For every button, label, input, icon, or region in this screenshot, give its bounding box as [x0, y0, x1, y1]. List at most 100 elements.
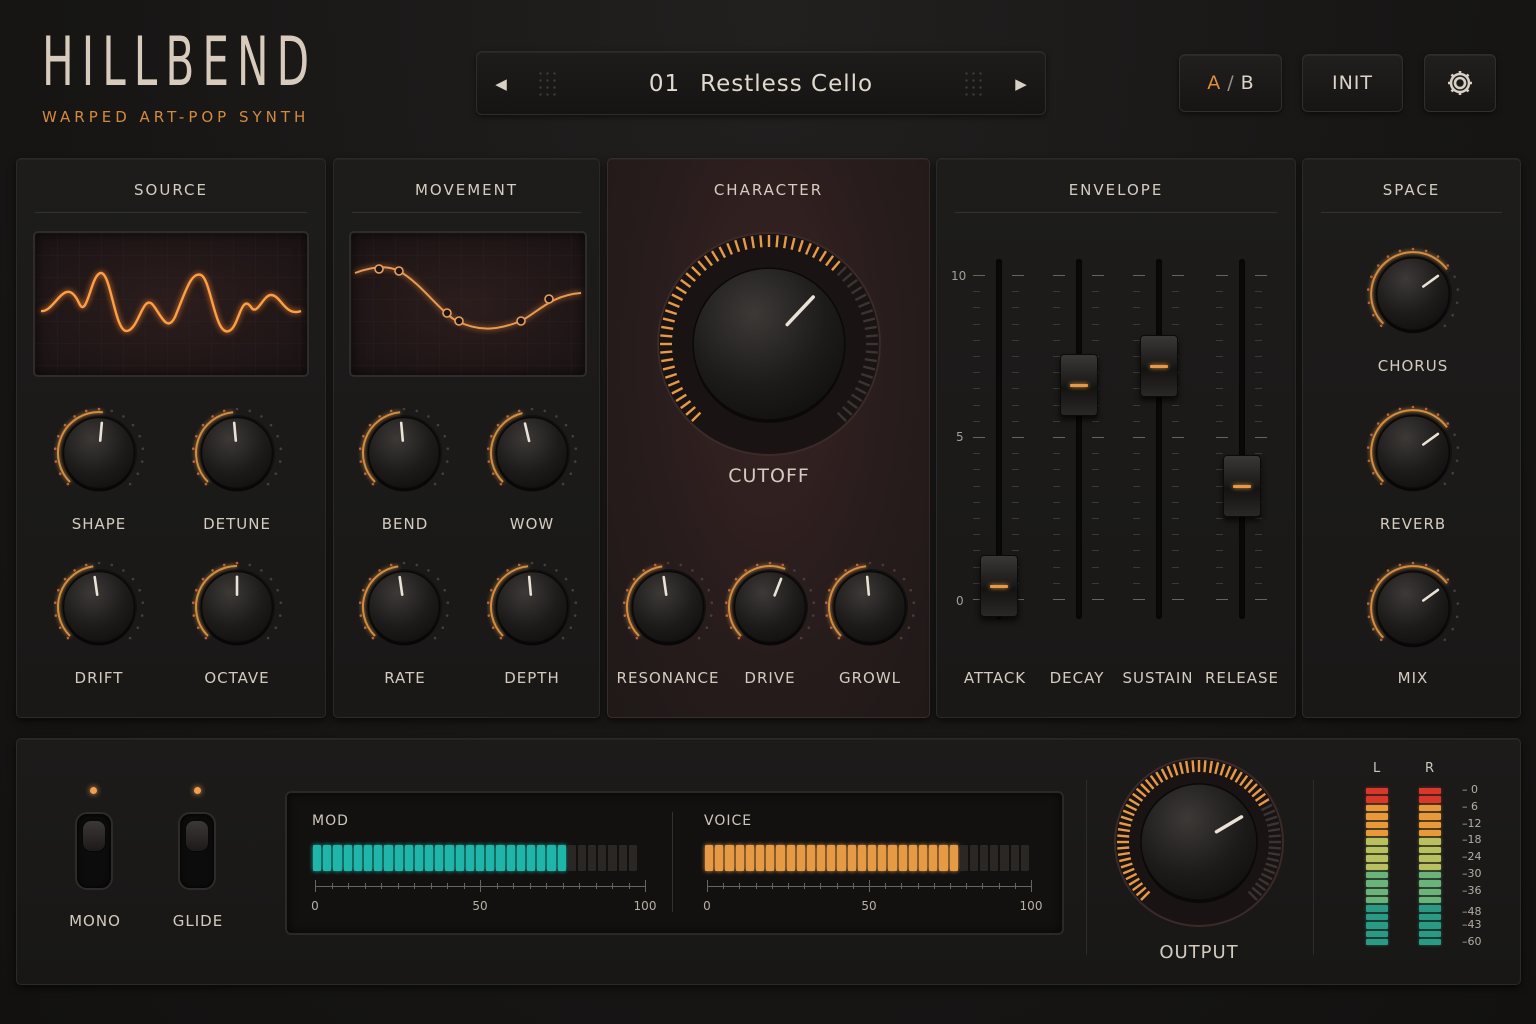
cutoff-knob[interactable]: [654, 229, 884, 459]
vu-segment: [1419, 871, 1441, 879]
fader-tick: [1133, 453, 1140, 455]
depth-knob[interactable]: [484, 559, 580, 655]
vu-segment: [1366, 846, 1388, 854]
meter-segment: [353, 845, 362, 871]
release-fader[interactable]: [1223, 454, 1261, 517]
fader-tick: [1092, 453, 1099, 455]
fader-tick: [1216, 582, 1223, 584]
drive-knob[interactable]: [722, 559, 818, 655]
init-button[interactable]: INIT: [1302, 54, 1403, 112]
drift-knob[interactable]: [51, 559, 147, 655]
detune-knob[interactable]: [189, 405, 285, 501]
fader-tick: [1172, 599, 1184, 600]
fader-tick: [1216, 599, 1228, 600]
panel-title: MOVEMENT: [414, 181, 519, 199]
growl-knob[interactable]: [822, 559, 918, 655]
glide-toggle[interactable]: [178, 812, 216, 890]
scale-tick: [901, 883, 903, 889]
rate-knob[interactable]: [356, 559, 452, 655]
fader-track[interactable]: [1156, 259, 1162, 619]
fader-tick: [1133, 437, 1145, 438]
meter-segment: [588, 845, 597, 871]
vu-segment: [1366, 804, 1388, 812]
settings-button[interactable]: [1424, 54, 1496, 112]
db-scale-label: –18: [1462, 833, 1482, 846]
fader-tick: [1216, 291, 1223, 293]
meter-segment: [929, 845, 938, 871]
fader-tick: [1092, 307, 1099, 309]
shape-knob[interactable]: [51, 405, 147, 501]
meter-segment: [394, 845, 403, 871]
wow-knob[interactable]: [484, 405, 580, 501]
vu-segment: [1366, 905, 1388, 912]
fader-tick: [973, 453, 980, 455]
db-scale-label: –30: [1462, 867, 1482, 880]
db-scale-label: – 0: [1462, 783, 1478, 796]
fader-tick: [1133, 372, 1140, 374]
decay-fader[interactable]: [1060, 354, 1098, 417]
scale-tick: [315, 880, 316, 892]
ab-a-label: A: [1207, 72, 1221, 94]
fader-tick: [1053, 518, 1060, 519]
meter-segment: [547, 845, 556, 871]
scale-tick: [917, 883, 919, 889]
scale-tick: [529, 883, 531, 889]
scale-tick: [1031, 880, 1032, 892]
vu-segment: [1366, 888, 1388, 896]
vu-segment: [1366, 813, 1388, 820]
movement-panel: MOVEMENT BEND WOW RATE DEPTH: [333, 158, 600, 718]
fader-track[interactable]: [1076, 259, 1082, 619]
fader-tick: [1133, 566, 1140, 568]
fader-tick: [1012, 388, 1019, 390]
fader-tick: [1133, 518, 1140, 519]
resonance-knob[interactable]: [620, 559, 716, 655]
vu-segment: [1419, 905, 1441, 912]
scale-tick: [364, 883, 366, 889]
vu-segment: [1366, 838, 1388, 845]
fader-tick: [1216, 501, 1223, 503]
meter-segment: [817, 845, 826, 871]
fader-tick: [1012, 453, 1019, 455]
scale-tick: [852, 883, 854, 889]
fader-tick: [1133, 534, 1140, 536]
fader-tick: [1012, 372, 1019, 374]
fader-tick: [1133, 599, 1145, 600]
vu-segment: [1366, 880, 1388, 887]
octave-knob[interactable]: [189, 559, 285, 655]
scale-tick: [331, 883, 333, 889]
meter-segment: [425, 845, 434, 871]
release-label: RELEASE: [1205, 669, 1279, 687]
preset-next-button[interactable]: ▶: [997, 52, 1045, 116]
meter-segment: [959, 845, 968, 871]
output-knob[interactable]: [1111, 754, 1287, 930]
meter-segment: [878, 845, 887, 871]
mono-toggle[interactable]: [75, 812, 113, 890]
fader-tick: [1092, 275, 1104, 276]
fader-tick: [1092, 518, 1099, 519]
ab-compare-button[interactable]: A / B: [1179, 54, 1282, 112]
fader-tick: [1012, 356, 1019, 357]
chevron-right-icon: ▶: [1015, 75, 1027, 93]
bend-knob[interactable]: [356, 405, 452, 501]
fader-tick: [1255, 275, 1267, 276]
fader-tick: [973, 291, 980, 293]
vu-segment: [1366, 922, 1388, 929]
divider: [35, 212, 307, 213]
chorus-knob[interactable]: [1364, 245, 1462, 343]
preset-name-display[interactable]: 01 Restless Cello: [477, 52, 1045, 116]
mix-knob[interactable]: [1364, 559, 1462, 657]
attack-fader[interactable]: [980, 555, 1018, 618]
fader-tick: [1133, 388, 1140, 390]
fader-tick: [1216, 323, 1223, 325]
vu-segment: [1419, 897, 1441, 904]
meter-segment: [725, 845, 734, 871]
vu-segment: [1419, 821, 1441, 828]
fader-track[interactable]: [1239, 259, 1245, 619]
fader-tick: [1133, 404, 1140, 406]
fader-tick: [1092, 437, 1104, 438]
reverb-knob[interactable]: [1364, 403, 1462, 501]
fader-tick: [973, 437, 985, 438]
sustain-fader[interactable]: [1140, 334, 1178, 397]
meter-divider: [672, 812, 673, 912]
meter-segment: [343, 845, 352, 871]
